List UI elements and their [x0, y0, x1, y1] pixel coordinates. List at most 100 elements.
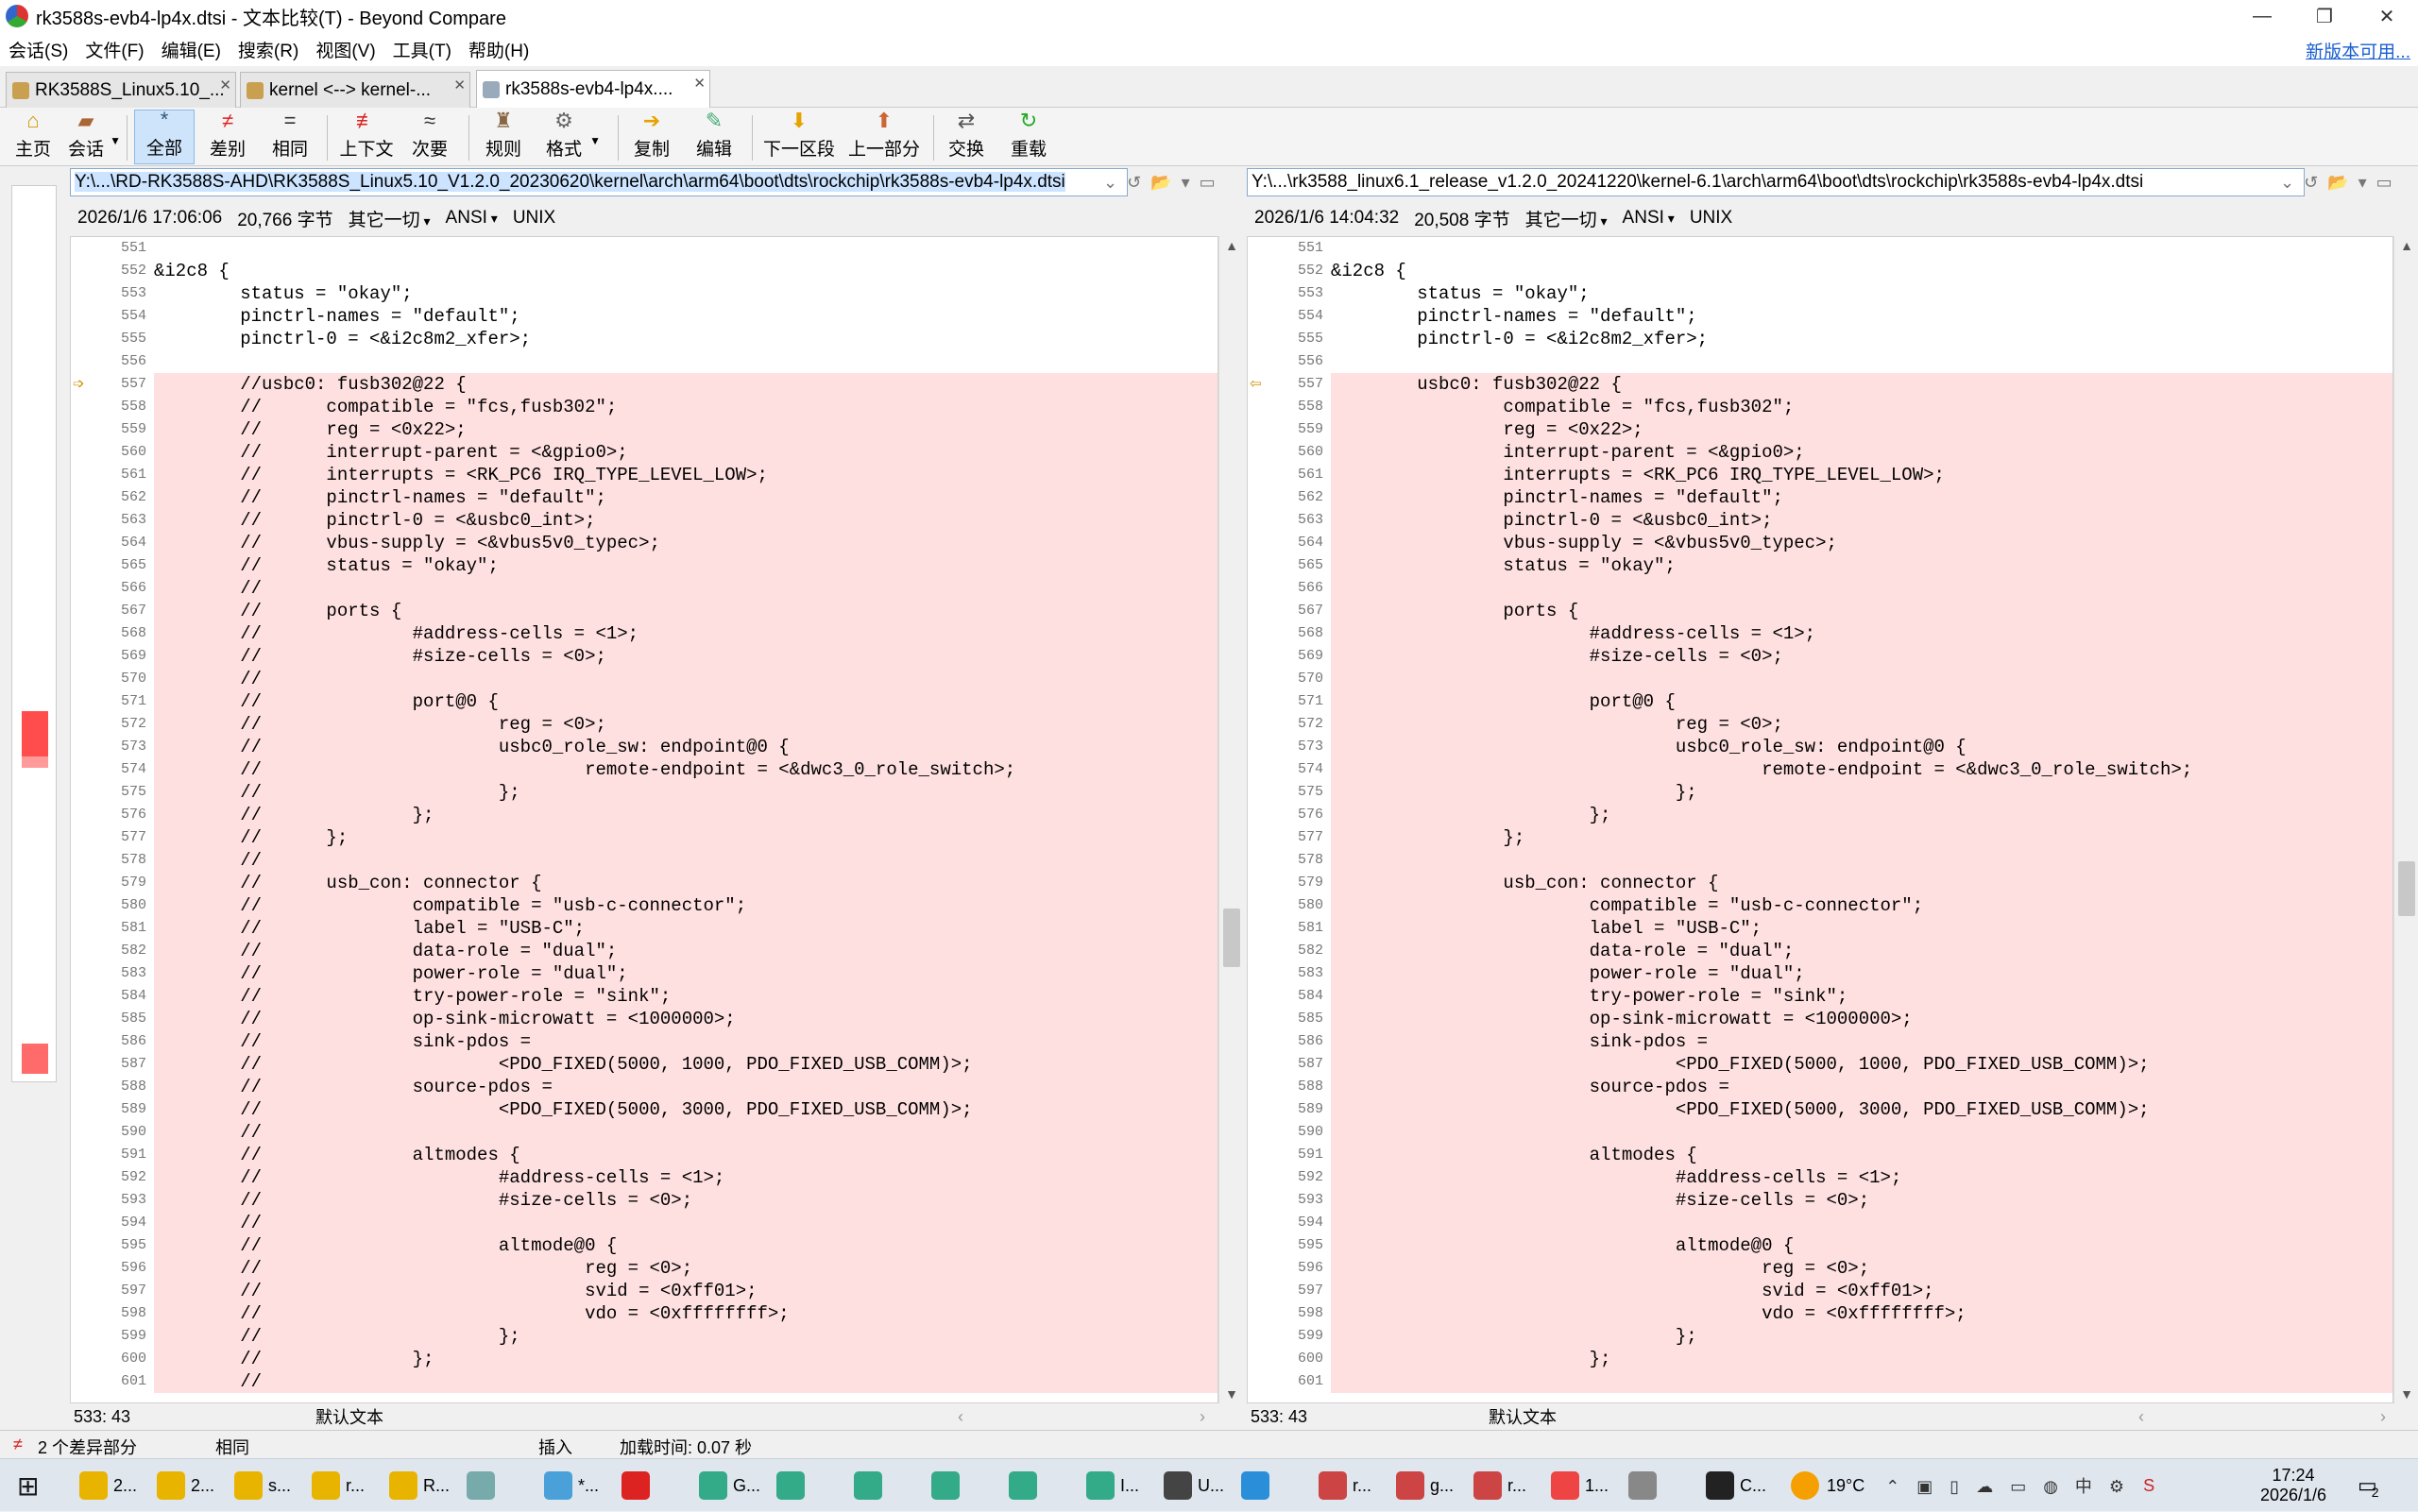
chevron-down-icon[interactable]: ▾: [2358, 173, 2367, 193]
text-line[interactable]: 571 // port@0 {: [71, 690, 1218, 713]
taskbar-app[interactable]: U...: [1164, 1467, 1224, 1504]
text-line[interactable]: 560 // interrupt-parent = <&gpio0>;: [71, 441, 1218, 464]
save-icon[interactable]: ▭: [1200, 173, 1216, 193]
clock[interactable]: 17:24 2026/1/6: [2237, 1459, 2350, 1512]
diff-marker[interactable]: [22, 711, 48, 756]
menu-tools[interactable]: 工具(T): [384, 37, 460, 62]
right-encoding-dropdown[interactable]: ANSI: [1623, 208, 1675, 229]
scroll-thumb[interactable]: [2398, 861, 2415, 916]
tab-session-2[interactable]: kernel <--> kernel-... ✕: [240, 72, 470, 108]
text-line[interactable]: 560 interrupt-parent = <&gpio0>;: [1248, 441, 2392, 464]
text-line[interactable]: 597 svid = <0xff01>;: [1248, 1280, 2392, 1302]
text-line[interactable]: 577 };: [1248, 826, 2392, 849]
wps-tray-icon[interactable]: S: [2143, 1476, 2154, 1496]
scroll-left-icon[interactable]: ‹: [2138, 1407, 2144, 1427]
right-text-pane[interactable]: 551 552 &i2c8 {553 status = "okay"; 554 pin…: [1247, 236, 2393, 1403]
history-icon[interactable]: ↺: [1127, 173, 1141, 193]
text-line[interactable]: 551: [1248, 237, 2392, 260]
edit-button[interactable]: ✎ 编辑: [690, 109, 739, 164]
text-line[interactable]: 576 };: [1248, 804, 2392, 826]
close-button[interactable]: ✕: [2356, 0, 2418, 32]
open-folder-icon[interactable]: 📂: [1150, 173, 1171, 193]
text-line[interactable]: 562 // pinctrl-names = "default";: [71, 486, 1218, 509]
dropdown-arrow-icon[interactable]: ▼: [589, 134, 601, 147]
text-line[interactable]: 599 };: [1248, 1325, 2392, 1348]
text-line[interactable]: 595 altmode@0 {: [1248, 1234, 2392, 1257]
show-all-button[interactable]: * 全部: [134, 108, 195, 164]
history-icon[interactable]: ↺: [2304, 173, 2318, 193]
text-line[interactable]: 553 status = "okay";: [1248, 282, 2392, 305]
taskbar-app[interactable]: [467, 1467, 501, 1504]
text-line[interactable]: 590: [1248, 1121, 2392, 1144]
taskbar-app[interactable]: [931, 1467, 965, 1504]
diff-marker[interactable]: [22, 1044, 48, 1074]
text-line[interactable]: 595 // altmode@0 {: [71, 1234, 1218, 1257]
right-path-input[interactable]: Y:\...\rk3588_linux6.1_release_v1.2.0_20…: [1247, 168, 2305, 196]
new-version-link[interactable]: 新版本可用...: [2306, 38, 2410, 63]
text-line[interactable]: 568 #address-cells = <1>;: [1248, 622, 2392, 645]
close-tab-icon[interactable]: ✕: [219, 76, 231, 93]
taskbar-app[interactable]: 2...: [157, 1467, 214, 1504]
menu-file[interactable]: 文件(F): [77, 37, 152, 62]
next-section-button[interactable]: ⬇ 下一区段: [761, 109, 837, 164]
text-line[interactable]: 601: [1248, 1370, 2392, 1393]
taskbar-app[interactable]: R...: [389, 1467, 450, 1504]
scroll-thumb[interactable]: [1223, 909, 1240, 967]
scroll-right-icon[interactable]: ›: [2380, 1407, 2386, 1427]
start-button[interactable]: ⊞: [17, 1467, 39, 1504]
taskbar-app[interactable]: 1...: [1551, 1467, 1609, 1504]
text-line[interactable]: 574 // remote-endpoint = <&dwc3_0_role_s…: [71, 758, 1218, 781]
text-line[interactable]: 589 <PDO_FIXED(5000, 3000, PDO_FIXED_USB…: [1248, 1098, 2392, 1121]
text-line[interactable]: 569 #size-cells = <0>;: [1248, 645, 2392, 668]
show-same-button[interactable]: = 相同: [266, 109, 314, 164]
scroll-left-icon[interactable]: ‹: [958, 1407, 963, 1427]
copy-button[interactable]: ➔ 复制: [627, 109, 676, 164]
text-line[interactable]: 581 label = "USB-C";: [1248, 917, 2392, 940]
text-line[interactable]: 579 usb_con: connector {: [1248, 872, 2392, 894]
text-line[interactable]: 559 // reg = <0x22>;: [71, 418, 1218, 441]
taskbar-app[interactable]: r...: [1473, 1467, 1526, 1504]
text-line[interactable]: 578 //: [71, 849, 1218, 872]
taskbar-app[interactable]: [1628, 1467, 1662, 1504]
left-other-dropdown[interactable]: 其它一切: [349, 206, 431, 231]
text-line[interactable]: 596 // reg = <0>;: [71, 1257, 1218, 1280]
text-line[interactable]: 588 source-pdos =: [1248, 1076, 2392, 1098]
text-line[interactable]: 566 //: [71, 577, 1218, 600]
text-line[interactable]: 594: [1248, 1212, 2392, 1234]
session-button[interactable]: ▰ 会话 ▼: [64, 109, 121, 164]
text-line[interactable]: 600 // };: [71, 1348, 1218, 1370]
minimize-button[interactable]: —: [2231, 0, 2293, 32]
prev-section-button[interactable]: ⬆ 上一部分: [846, 109, 922, 164]
text-line[interactable]: 557 usbc0: fusb302@22 {⇦: [1248, 373, 2392, 396]
text-line[interactable]: 554 pinctrl-names = "default";: [71, 305, 1218, 328]
scroll-up-icon[interactable]: ▲: [2394, 238, 2418, 253]
tray-icons[interactable]: ⌃▣▯☁▭◍中⚙: [1885, 1473, 2141, 1498]
text-line[interactable]: 590 //: [71, 1121, 1218, 1144]
text-line[interactable]: 565 // status = "okay";: [71, 554, 1218, 577]
text-line[interactable]: 567 ports {: [1248, 600, 2392, 622]
text-line[interactable]: 556: [71, 350, 1218, 373]
taskbar-app[interactable]: G...: [699, 1467, 760, 1504]
menu-search[interactable]: 搜索(R): [230, 37, 307, 62]
text-line[interactable]: 594 //: [71, 1212, 1218, 1234]
text-line[interactable]: 586 sink-pdos =: [1248, 1030, 2392, 1053]
menu-help[interactable]: 帮助(H): [460, 37, 537, 62]
text-line[interactable]: 601 //: [71, 1370, 1218, 1393]
text-line[interactable]: 575 // };: [71, 781, 1218, 804]
weather-icon[interactable]: [1791, 1471, 1819, 1500]
difference-overview[interactable]: [11, 185, 57, 1082]
taskbar-app[interactable]: g...: [1396, 1467, 1454, 1504]
text-line[interactable]: 571 port@0 {: [1248, 690, 2392, 713]
rules-button[interactable]: ♜ 规则: [480, 109, 527, 164]
text-line[interactable]: 552 &i2c8 {: [71, 260, 1218, 282]
text-line[interactable]: 575 };: [1248, 781, 2392, 804]
text-line[interactable]: 585 // op-sink-microwatt = <1000000>;: [71, 1008, 1218, 1030]
text-line[interactable]: 569 // #size-cells = <0>;: [71, 645, 1218, 668]
text-line[interactable]: 563 pinctrl-0 = <&usbc0_int>;: [1248, 509, 2392, 532]
text-line[interactable]: 553 status = "okay";: [71, 282, 1218, 305]
taskbar-app[interactable]: I...: [1086, 1467, 1139, 1504]
chevron-down-icon[interactable]: ⌄: [1103, 173, 1117, 193]
text-line[interactable]: 592 // #address-cells = <1>;: [71, 1166, 1218, 1189]
text-line[interactable]: 599 // };: [71, 1325, 1218, 1348]
text-line[interactable]: 570 //: [71, 668, 1218, 690]
